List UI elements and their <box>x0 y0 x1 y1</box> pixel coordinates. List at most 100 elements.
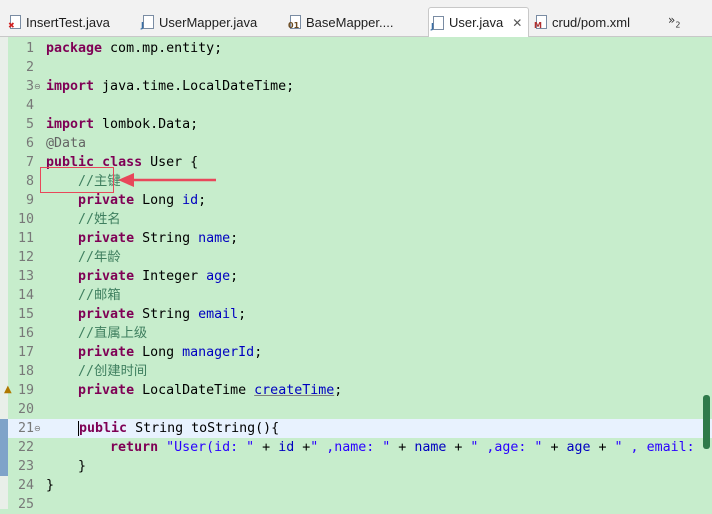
code-text: private Integer age; <box>46 267 238 286</box>
code-line[interactable]: 22 return "User(id: " + id +" ,name: " +… <box>0 438 712 457</box>
code-text: //邮箱 <box>46 286 121 305</box>
code-line[interactable]: 25 <box>0 495 712 514</box>
code-token: //创建时间 <box>78 364 148 379</box>
tab-usermapper[interactable]: J UserMapper.java <box>141 9 257 35</box>
code-token: //年龄 <box>78 250 121 265</box>
line-number: 5 <box>25 117 34 132</box>
tab-inserttest[interactable]: ✖ InsertTest.java <box>8 9 110 35</box>
code-line[interactable]: 2 <box>0 58 712 77</box>
code-line[interactable]: 21 ⊖ public String toString(){ <box>0 419 712 438</box>
code-text: private Long id; <box>46 191 206 210</box>
code-line[interactable]: 10 //姓名 <box>0 210 712 229</box>
line-number: 17 <box>17 345 34 360</box>
code-token: ; <box>254 345 263 360</box>
code-token: } <box>46 478 55 493</box>
code-text: //年龄 <box>46 248 121 267</box>
code-text: } <box>46 476 54 495</box>
warning-icon[interactable]: ▲ <box>4 383 16 397</box>
code-token: " ,name: " <box>310 440 391 455</box>
code-token: + <box>254 440 279 455</box>
code-token: //邮箱 <box>78 288 121 303</box>
code-line[interactable]: 6 @Data <box>0 134 712 153</box>
line-number: 1 <box>25 41 34 56</box>
line-number: 12 <box>17 250 34 265</box>
code-line[interactable]: 19 ▲ private LocalDateTime createTime; <box>0 381 712 400</box>
line-number: 6 <box>25 136 34 151</box>
code-token: age <box>206 269 231 284</box>
code-token: java.time.LocalDateTime; <box>94 79 295 94</box>
fold-toggle-icon[interactable]: ⊖ <box>34 77 41 96</box>
code-token: lombok.Data; <box>94 117 199 132</box>
code-line[interactable]: 13 private Integer age; <box>0 267 712 286</box>
code-line[interactable]: 11 private String name; <box>0 229 712 248</box>
code-text: } <box>46 457 86 476</box>
tab-user-java[interactable]: J User.java ✕ <box>428 7 530 37</box>
code-token: + <box>446 440 471 455</box>
code-line[interactable]: 14 //邮箱 <box>0 286 712 305</box>
line-number: 20 <box>17 402 34 417</box>
line-number: 22 <box>17 440 34 455</box>
line-number: 10 <box>17 212 34 227</box>
code-token: User { <box>142 155 199 170</box>
code-editor[interactable]: 1 package com.mp.entity; 2 3 ⊖ import java.ti… <box>0 37 712 512</box>
change-marker <box>0 419 8 438</box>
code-token: "User(id: " <box>166 440 255 455</box>
fold-toggle-icon[interactable]: ⊖ <box>34 419 41 438</box>
code-token: + <box>590 440 615 455</box>
vertical-scrollbar-thumb[interactable] <box>703 395 710 449</box>
line-number: 9 <box>25 193 34 208</box>
tab-label: User.java <box>449 15 504 30</box>
code-line[interactable]: 16 //直属上级 <box>0 324 712 343</box>
code-line[interactable]: 23 } <box>0 457 712 476</box>
class-file-icon: 01 <box>288 15 301 30</box>
code-line[interactable]: 12 //年龄 <box>0 248 712 267</box>
code-line[interactable]: 20 <box>0 400 712 419</box>
code-token: String <box>134 307 199 322</box>
code-line[interactable]: 17 private Long managerId; <box>0 343 712 362</box>
line-number: 23 <box>17 459 34 474</box>
code-text: private String email; <box>46 305 246 324</box>
tab-basemapper[interactable]: 01 BaseMapper.... <box>288 9 393 35</box>
code-token: com.mp.entity; <box>102 41 223 56</box>
code-token: ; <box>230 231 239 246</box>
code-line[interactable]: 24} <box>0 476 712 495</box>
code-token: Integer <box>134 269 207 284</box>
tab-overflow-button[interactable]: »2 <box>668 13 680 29</box>
code-token: } <box>46 459 87 474</box>
code-line[interactable]: 4 <box>0 96 712 115</box>
code-token: String <box>134 231 199 246</box>
code-token: + <box>390 440 415 455</box>
line-number: 2 <box>25 60 34 75</box>
code-line[interactable]: 5 import lombok.Data; <box>0 115 712 134</box>
code-line[interactable]: 18 //创建时间 <box>0 362 712 381</box>
code-text: public String toString(){ <box>46 419 279 438</box>
tab-pom-xml[interactable]: M crud/pom.xml <box>534 9 630 35</box>
code-token: " ,age: " <box>470 440 543 455</box>
line-number: 8 <box>25 174 34 189</box>
java-error-file-icon: ✖ <box>8 15 21 30</box>
line-number: 18 <box>17 364 34 379</box>
code-line[interactable]: 15 private String email; <box>0 305 712 324</box>
code-token: private <box>78 345 135 360</box>
code-token: String toString(){ <box>127 421 280 436</box>
line-number: 25 <box>17 497 34 512</box>
code-line[interactable]: 3 ⊖ import java.time.LocalDateTime; <box>0 77 712 96</box>
code-token: //姓名 <box>78 212 121 227</box>
code-token: createTime <box>254 383 335 398</box>
code-line[interactable]: 9 private Long id; <box>0 191 712 210</box>
close-icon[interactable]: ✕ <box>512 16 522 30</box>
code-token: import <box>46 117 95 132</box>
code-line[interactable]: 1 package com.mp.entity; <box>0 39 712 58</box>
code-token: ; <box>334 383 343 398</box>
code-text: private String name; <box>46 229 238 248</box>
